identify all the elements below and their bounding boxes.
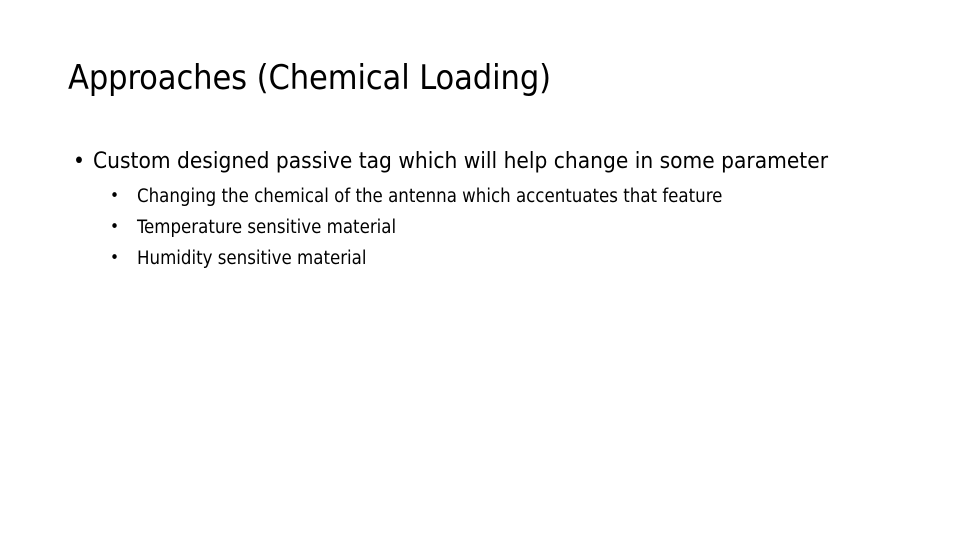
- list-item: • Changing the chemical of the antenna w…: [103, 181, 868, 212]
- list-item: • Custom designed passive tag which will…: [68, 146, 868, 274]
- list-item: • Humidity sensitive material: [103, 243, 868, 274]
- list-item-label: Custom designed passive tag which will h…: [93, 148, 829, 174]
- bullet-marker-icon: •: [110, 217, 120, 237]
- bullet-marker-icon: •: [110, 248, 120, 268]
- list-item-label: Humidity sensitive material: [137, 248, 367, 269]
- list-item-label: Temperature sensitive material: [137, 217, 397, 238]
- bullet-list-level-1: • Custom designed passive tag which will…: [68, 146, 868, 274]
- page-title: Approaches (Chemical Loading): [68, 58, 551, 98]
- slide-canvas: Approaches (Chemical Loading) • Custom d…: [0, 0, 960, 540]
- list-item: • Temperature sensitive material: [103, 212, 868, 243]
- list-item-label: Changing the chemical of the antenna whi…: [137, 186, 723, 207]
- bullet-list-level-2: • Changing the chemical of the antenna w…: [93, 181, 868, 274]
- bullet-marker-icon: •: [110, 186, 120, 206]
- slide-body: • Custom designed passive tag which will…: [68, 146, 868, 275]
- bullet-marker-icon: •: [73, 148, 85, 174]
